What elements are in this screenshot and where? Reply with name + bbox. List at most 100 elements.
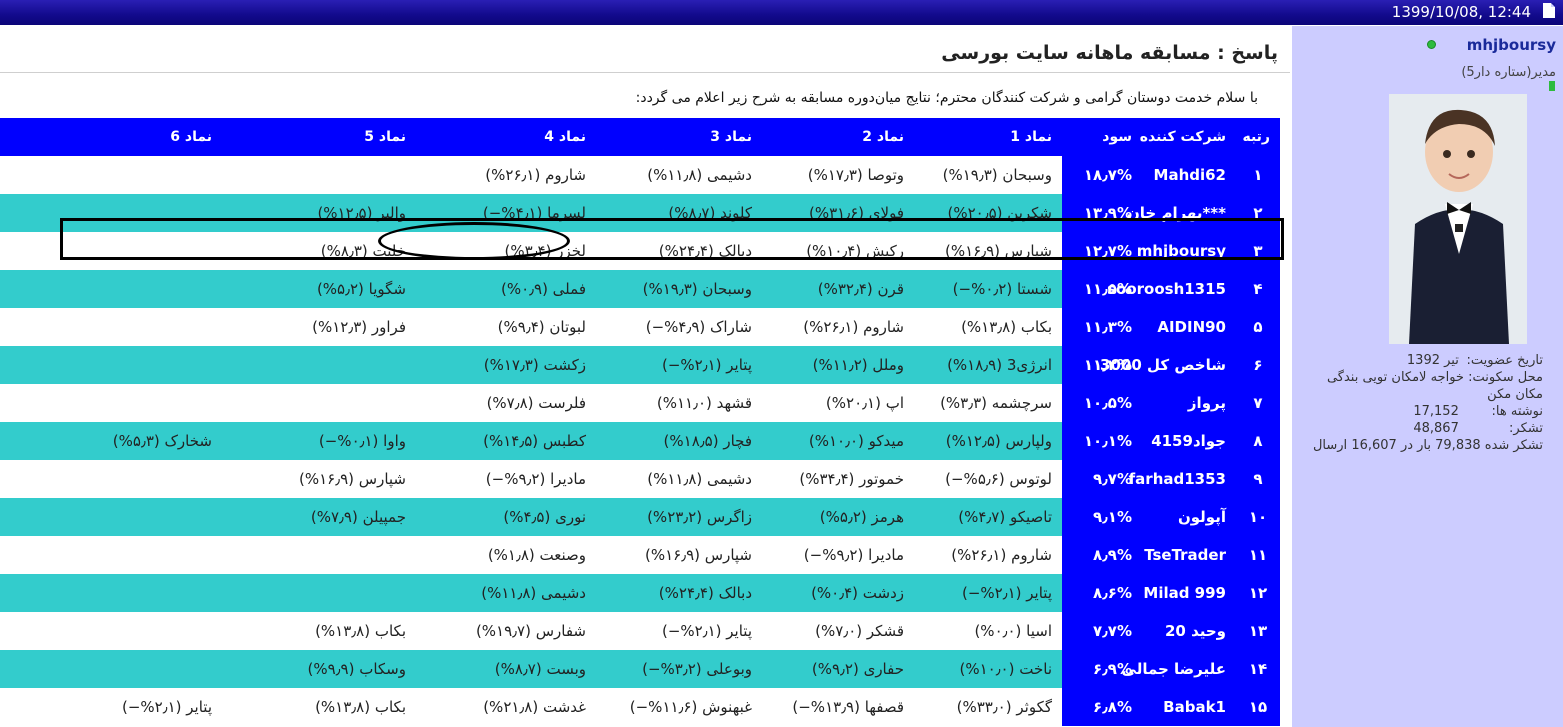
cell-symbol-1: شاروم (۲۶٫۱%) bbox=[951, 546, 1052, 564]
cell-profit: ۶٫۸% bbox=[1062, 688, 1142, 726]
cell-rank: ۱۴ bbox=[1236, 650, 1280, 688]
cell-symbol-4: شاروم (۲۶٫۱%) bbox=[485, 166, 586, 184]
cell-symbol-6 bbox=[0, 346, 222, 384]
cell-symbol-4: غدشت (۲۱٫۸%) bbox=[483, 698, 586, 716]
table-row: ۷ پرواز ۱۰٫۵% سرچشمه (۳٫۳%) اپ (۲۰٫۱%) قشهد (… bbox=[0, 384, 1280, 422]
cell-symbol-2: میدکو (۱۰٫۰%) bbox=[762, 422, 914, 460]
cell-symbol-6 bbox=[0, 650, 222, 688]
cell-symbol-3: وبوعلی (۳٫۲%−) bbox=[596, 650, 762, 688]
cell-rank: ۱ bbox=[1236, 156, 1280, 194]
divider bbox=[0, 72, 1290, 73]
cell-symbol-1: اسیا (۰٫۰%) bbox=[974, 622, 1052, 640]
header-profit: سود bbox=[1062, 118, 1142, 156]
cell-participant: پرواز bbox=[1142, 384, 1236, 422]
header-symbol-3: نماد 3 bbox=[596, 118, 762, 156]
table-row: ۸ جواد4159 ۱۰٫۱% ولپارس (۱۲٫۵%) میدکو (۱۰٫۰%… bbox=[0, 422, 1280, 460]
table-header-row: رتبه شرکت کننده سود نماد 1 نماد 2 نماد 3… bbox=[0, 118, 1280, 156]
cell-profit: ۱۱٫۳% bbox=[1062, 308, 1142, 346]
cell-symbol-2: وتوصا (۱۷٫۳%) bbox=[807, 166, 904, 184]
cell-rank: ۴ bbox=[1236, 270, 1280, 308]
avatar-image bbox=[1389, 94, 1527, 344]
online-status-icon bbox=[1427, 40, 1436, 49]
cell-participant: شاخص کل 3000 bbox=[1100, 346, 1236, 384]
username-link[interactable]: mhjboursy bbox=[1467, 36, 1556, 54]
cell-rank: ۱۲ bbox=[1236, 574, 1280, 612]
cell-symbol-4: شفارس (۱۹٫۷%) bbox=[475, 622, 586, 640]
avatar bbox=[1389, 94, 1527, 344]
cell-symbol-1: ولپارس (۱۲٫۵%) bbox=[914, 422, 1062, 460]
cell-participant: Babak1 bbox=[1142, 688, 1236, 726]
cell-symbol-5 bbox=[222, 536, 416, 574]
cell-symbol-2: حفاری (۹٫۲%) bbox=[762, 650, 914, 688]
cell-symbol-6 bbox=[0, 460, 222, 498]
cell-symbol-1: ناخت (۱۰٫۰%) bbox=[914, 650, 1062, 688]
cell-profit: ۸٫۶% bbox=[1062, 574, 1142, 612]
cell-symbol-2: هرمز (۵٫۲%) bbox=[762, 498, 914, 536]
cell-participant: Milad 999 bbox=[1142, 574, 1236, 612]
cell-symbol-1: سرچشمه (۳٫۳%) bbox=[940, 394, 1052, 412]
table-row: ۵ AIDIN90 ۱۱٫۳% بکاب (۱۳٫۸%) شاروم (۲۶٫۱%) شا… bbox=[0, 308, 1280, 346]
cell-symbol-5: واوا (۰٫۱%−) bbox=[222, 422, 416, 460]
header-participant: شرکت کننده bbox=[1140, 118, 1236, 156]
cell-symbol-6 bbox=[0, 384, 222, 422]
cell-rank: ۱۰ bbox=[1236, 498, 1280, 536]
cell-symbol-3: شاراک (۴٫۹%−) bbox=[645, 318, 752, 336]
cell-symbol-2: شاروم (۲۶٫۱%) bbox=[803, 318, 904, 336]
cell-symbol-4: کطبس (۱۴٫۵%) bbox=[416, 422, 596, 460]
cell-symbol-3: پتایر (۲٫۱%−) bbox=[661, 622, 752, 640]
table-row: ۹ farhad1353 ۹٫۷% لوتوس (۵٫۶%−) خموتور (۳۴٫۴… bbox=[0, 460, 1280, 498]
header-symbol-1: نماد 1 bbox=[914, 118, 1062, 156]
cell-symbol-1: لوتوس (۵٫۶%−) bbox=[945, 470, 1052, 488]
table-row: ۱۰ آپولون ۹٫۱% تاصیکو (۴٫۷%) هرمز (۵٫۲%) زاگر… bbox=[0, 498, 1280, 536]
table-row: ۱۱ TseTrader ۸٫۹% شاروم (۲۶٫۱%) مادیرا (۹٫۲%… bbox=[0, 536, 1280, 574]
cell-symbol-4: زکشت (۱۷٫۳%) bbox=[416, 346, 596, 384]
cell-symbol-5 bbox=[222, 346, 416, 384]
cell-symbol-3: زاگرس (۲۳٫۲%) bbox=[596, 498, 762, 536]
cell-profit: ۹٫۷% bbox=[1062, 460, 1142, 498]
cell-symbol-3: قشهد (۱۱٫۰%) bbox=[656, 394, 752, 412]
header-symbol-5: نماد 5 bbox=[222, 118, 416, 156]
results-table: رتبه شرکت کننده سود نماد 1 نماد 2 نماد 3… bbox=[0, 118, 1280, 726]
cell-symbol-1: شستا (۰٫۲%−) bbox=[914, 270, 1062, 308]
user-sidebar: mhjboursy مدیر(ستاره دار5) تاریخ عضویت: … bbox=[1292, 26, 1563, 727]
cell-symbol-5: شگویا (۵٫۲%) bbox=[222, 270, 416, 308]
cell-symbol-1: انرژی3 (۱۸٫۹%) bbox=[914, 346, 1062, 384]
cell-symbol-2: وملل (۱۱٫۲%) bbox=[762, 346, 914, 384]
cell-symbol-5 bbox=[222, 574, 416, 612]
header-symbol-6: نماد 6 bbox=[0, 118, 222, 156]
cell-rank: ۷ bbox=[1236, 384, 1280, 422]
cell-symbol-1: گکوثر (۳۳٫۰%) bbox=[956, 698, 1052, 716]
cell-symbol-3: دشیمی (۱۱٫۸%) bbox=[647, 166, 752, 184]
cell-profit: ۱۸٫۷% bbox=[1062, 156, 1142, 194]
cell-symbol-3: شپارس (۱۶٫۹%) bbox=[645, 546, 752, 564]
cell-symbol-6 bbox=[0, 536, 222, 574]
cell-symbol-5: بکاب (۱۳٫۸%) bbox=[315, 698, 406, 716]
cell-symbol-4: وصنعت (۱٫۸%) bbox=[487, 546, 586, 564]
post-title: پاسخ : مسابقه ماهانه سایت بورسی bbox=[941, 42, 1278, 64]
cell-participant: علیرضا جمالی bbox=[1122, 650, 1236, 688]
header-symbol-2: نماد 2 bbox=[762, 118, 914, 156]
cell-participant: وحید 20 bbox=[1142, 612, 1236, 650]
table-row: ۱۲ Milad 999 ۸٫۶% پتایر (۲٫۱%−) زدشت (۰٫۴%) د… bbox=[0, 574, 1280, 612]
cell-symbol-1: وسبحان (۱۹٫۳%) bbox=[942, 166, 1052, 184]
cell-rank: ۱۳ bbox=[1236, 612, 1280, 650]
cell-symbol-3: غبهنوش (۱۱٫۶%−) bbox=[629, 698, 752, 716]
user-role: مدیر(ستاره دار5) bbox=[1461, 65, 1556, 80]
cell-profit: ۱۱٫۵% bbox=[1062, 270, 1142, 308]
cell-profit: ۷٫۷% bbox=[1062, 612, 1142, 650]
cell-participant: farhad1353 bbox=[1129, 460, 1236, 498]
cell-rank: ۶ bbox=[1236, 346, 1280, 384]
table-row: ۱ Mahdi62 ۱۸٫۷% وسبحان (۱۹٫۳%) وتوصا (۱۷٫۳%)… bbox=[0, 156, 1280, 194]
user-stats: تاریخ عضویت: تیر 1392 محل سکونت: خواجه ل… bbox=[1303, 352, 1543, 454]
cell-participant: آپولون bbox=[1142, 498, 1236, 536]
stat-join-date: تاریخ عضویت: تیر 1392 bbox=[1406, 353, 1543, 368]
post-datetime: 1399/10/08, 12:44 bbox=[1391, 3, 1531, 21]
cell-rank: ۱۱ bbox=[1236, 536, 1280, 574]
document-icon bbox=[1543, 3, 1555, 18]
cell-profit: ۹٫۱% bbox=[1062, 498, 1142, 536]
cell-symbol-4: دشیمی (۱۱٫۸%) bbox=[416, 574, 596, 612]
cell-profit: ۸٫۹% bbox=[1062, 536, 1142, 574]
post-content: پاسخ : مسابقه ماهانه سایت بورسی با سلام … bbox=[0, 26, 1290, 727]
cell-symbol-2: اپ (۲۰٫۱%) bbox=[825, 394, 904, 412]
cell-symbol-2: قصفها (۱۳٫۹%−) bbox=[792, 698, 904, 716]
